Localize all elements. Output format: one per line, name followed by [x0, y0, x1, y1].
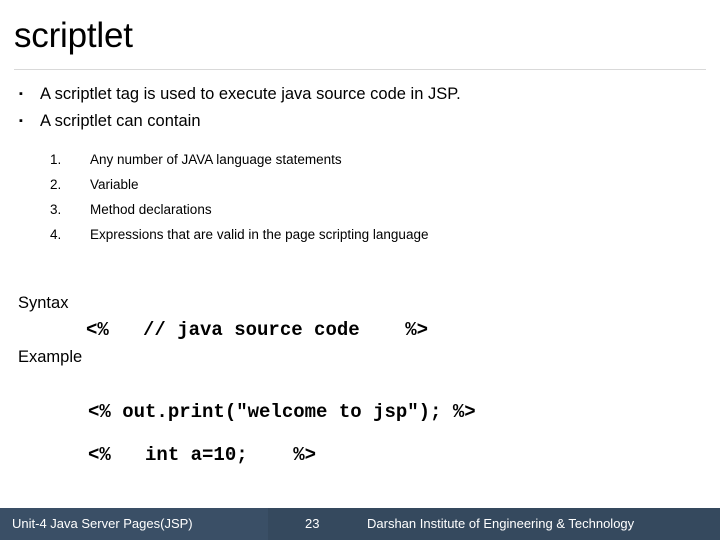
bullet-text: A scriptlet tag is used to execute java … [40, 85, 461, 103]
list-item-number: 4. [50, 227, 62, 242]
footer-page-number: 23 [305, 516, 320, 531]
example-code-line-1: <% out.print("welcome to jsp"); %> [88, 401, 476, 423]
list-item-number: 1. [50, 152, 62, 167]
list-item-number: 2. [50, 177, 62, 192]
footer-unit-label: Unit-4 Java Server Pages(JSP) [12, 516, 193, 531]
list-item: 3. Method declarations [50, 198, 690, 223]
numbered-list: 1. Any number of JAVA language statement… [50, 148, 690, 248]
list-item-label: Expressions that are valid in the page s… [90, 227, 429, 242]
slide-canvas: scriptlet ▪ A scriptlet tag is used to e… [0, 0, 720, 540]
slide-footer: Unit-4 Java Server Pages(JSP) 23 Darshan… [0, 508, 720, 540]
list-item: ▪ A scriptlet tag is used to execute jav… [14, 82, 706, 109]
list-item-label: Method declarations [90, 202, 212, 217]
example-code-line-2: <% int a=10; %> [88, 444, 317, 466]
syntax-example-block: Syntax <% // java source code %> Example [18, 290, 708, 370]
syntax-label: Syntax [18, 294, 69, 312]
list-item-label: Any number of JAVA language statements [90, 152, 342, 167]
bullet-list: ▪ A scriptlet tag is used to execute jav… [14, 82, 706, 136]
title-area: scriptlet [14, 14, 706, 66]
example-label: Example [18, 348, 83, 366]
square-bullet-icon: ▪ [19, 115, 23, 127]
page-title: scriptlet [14, 16, 133, 55]
list-item-label: Variable [90, 177, 139, 192]
list-item: 2. Variable [50, 173, 690, 198]
list-item-number: 3. [50, 202, 62, 217]
footer-institute-label: Darshan Institute of Engineering & Techn… [367, 516, 635, 531]
square-bullet-icon: ▪ [19, 88, 23, 100]
list-item: 4. Expressions that are valid in the pag… [50, 223, 690, 248]
list-item: ▪ A scriptlet can contain [14, 109, 706, 136]
bullet-text: A scriptlet can contain [40, 112, 201, 130]
title-divider [14, 69, 706, 70]
syntax-code: <% // java source code %> [86, 319, 429, 341]
list-item: 1. Any number of JAVA language statement… [50, 148, 690, 173]
